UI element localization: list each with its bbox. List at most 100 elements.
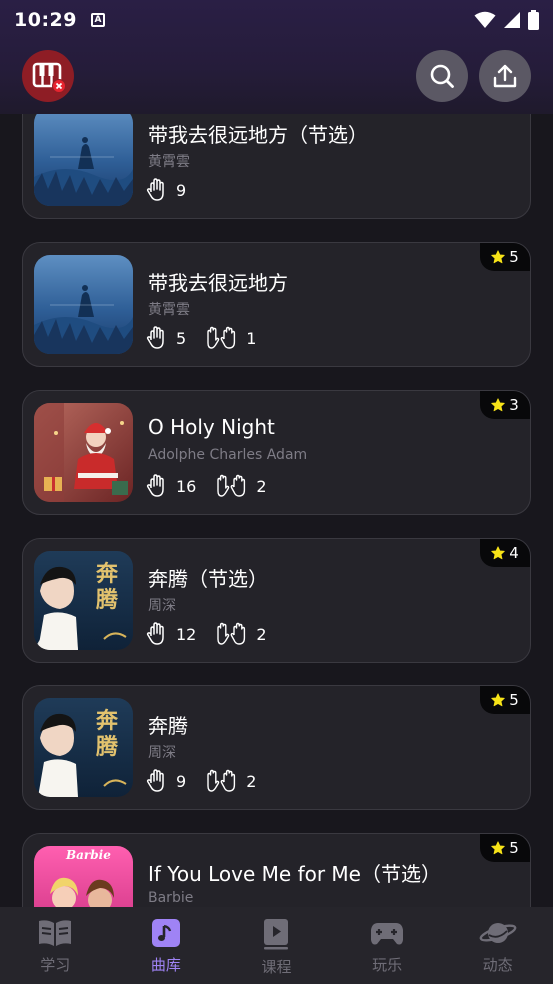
song-title: 带我去很远地方 [148, 271, 288, 295]
signal-icon [504, 12, 520, 28]
song-cover-image [34, 403, 133, 502]
santa-art [34, 403, 133, 502]
rating-value: 5 [509, 248, 519, 266]
duet-count: 2 [256, 624, 267, 644]
rating-value: 5 [509, 839, 519, 857]
solo-stat: 12 [146, 622, 196, 646]
nav-label: 曲库 [150, 956, 181, 974]
wifi-icon [474, 11, 496, 28]
song-title: O Holy Night [148, 415, 275, 439]
solo-count: 12 [176, 624, 197, 644]
song-title: 奔腾（节选） [148, 567, 268, 591]
rating-badge: 5 [480, 686, 530, 714]
book-icon [39, 920, 72, 946]
rating-badge: 3 [480, 391, 530, 419]
song-artist: 黄霄雲 [148, 154, 190, 170]
solo-stat: 9 [146, 178, 186, 202]
song-title: If You Love Me for Me（节选） [148, 862, 441, 886]
cover-title-text: 奔腾 [96, 708, 119, 760]
nav-tab-library[interactable]: 曲库 [111, 907, 222, 984]
one-hand-icon [146, 326, 164, 349]
song-cover-image [34, 255, 133, 354]
rating-value: 4 [509, 544, 519, 562]
song-stats: 9 [146, 178, 204, 202]
nav-label: 动态 [482, 956, 513, 974]
search-icon [430, 64, 454, 88]
solo-count: 16 [176, 476, 197, 496]
two-hands-icon [217, 622, 246, 645]
nav-label: 课程 [261, 958, 292, 976]
star-icon [491, 693, 505, 707]
planet-icon [479, 923, 517, 943]
song-artist: 黄霄雲 [148, 302, 190, 318]
rating-badge: 5 [480, 243, 530, 271]
song-artist: Adolphe Charles Adam [148, 447, 308, 463]
duet-count: 2 [256, 476, 267, 496]
song-card[interactable]: 奔腾 奔腾（节选） 周深 12 2 4 [22, 538, 531, 663]
one-hand-icon [146, 474, 164, 497]
song-title: 奔腾 [148, 714, 188, 738]
status-time: 10:29 [14, 9, 77, 31]
solo-stat: 5 [146, 326, 186, 350]
solo-stat: 16 [146, 474, 196, 498]
rating-value: 3 [509, 396, 519, 414]
song-cover-image: Barbie [34, 846, 133, 907]
rating-badge: 5 [480, 834, 530, 862]
search-button[interactable] [416, 50, 468, 102]
song-card[interactable]: O Holy Night Adolphe Charles Adam 16 2 3 [22, 390, 531, 515]
cover-title-text: Barbie [66, 848, 111, 862]
song-stats: 5 1 [146, 326, 274, 350]
upload-icon [493, 64, 517, 88]
song-cover-image: 奔腾 [34, 698, 133, 797]
one-hand-icon [146, 622, 164, 645]
song-list[interactable]: 带我去很远地方（节选） 黄霄雲 9 带我去很远地方 黄霄雲 5 1 5 O Ho… [0, 114, 553, 907]
duet-count: 2 [246, 771, 257, 791]
solo-stat: 9 [146, 769, 186, 793]
nav-tab-learn[interactable]: 学习 [0, 907, 111, 984]
duet-stat: 2 [214, 622, 267, 646]
nav-tab-feed[interactable]: 动态 [442, 907, 553, 984]
nav-tab-courses[interactable]: 课程 [221, 907, 332, 984]
song-stats: 12 2 [146, 622, 285, 646]
music-note-icon [151, 919, 180, 947]
song-title: 带我去很远地方（节选） [148, 123, 368, 147]
upload-button[interactable] [479, 50, 531, 102]
gamepad-icon [371, 923, 404, 945]
video-play-icon [264, 919, 289, 950]
song-card[interactable]: 带我去很远地方（节选） 黄霄雲 9 [22, 114, 531, 219]
star-icon [491, 841, 505, 855]
nav-tab-play[interactable]: 玩乐 [332, 907, 443, 984]
star-icon [491, 546, 505, 560]
nav-label: 学习 [40, 956, 71, 974]
one-hand-icon [146, 769, 164, 792]
bottom-nav: 学习 曲库 课程 玩乐 动态 [0, 907, 553, 984]
nav-label: 玩乐 [372, 956, 403, 974]
duet-stat: 2 [214, 474, 267, 498]
song-stats: 9 2 [146, 769, 274, 793]
two-hands-icon [207, 769, 236, 792]
song-card[interactable]: 带我去很远地方 黄霄雲 5 1 5 [22, 242, 531, 367]
song-card[interactable]: 奔腾 奔腾 周深 9 2 5 [22, 685, 531, 810]
a-notification-icon: A [90, 13, 105, 27]
battery-icon [528, 10, 539, 30]
piano-keys-icon [32, 62, 65, 93]
two-hands-icon [207, 326, 236, 349]
duet-stat: 1 [204, 326, 256, 350]
status-icons [474, 10, 539, 30]
solo-count: 9 [176, 180, 187, 200]
blue-night-art [34, 114, 133, 206]
status-bar: 10:29 A [0, 0, 553, 40]
cover-title-text: 奔腾 [96, 561, 119, 613]
song-artist: 周深 [148, 745, 176, 761]
song-artist: Barbie [148, 890, 194, 906]
star-icon [491, 398, 505, 412]
star-icon [491, 250, 505, 264]
solo-count: 5 [176, 328, 187, 348]
song-stats: 16 2 [146, 474, 285, 498]
piano-logo-button[interactable] [22, 50, 74, 102]
song-card[interactable]: Barbie If You Love Me for Me（节选） Barbie … [22, 833, 531, 907]
two-hands-icon [217, 474, 246, 497]
duet-stat: 2 [204, 769, 256, 793]
song-artist: 周深 [148, 598, 176, 614]
rating-value: 5 [509, 691, 519, 709]
